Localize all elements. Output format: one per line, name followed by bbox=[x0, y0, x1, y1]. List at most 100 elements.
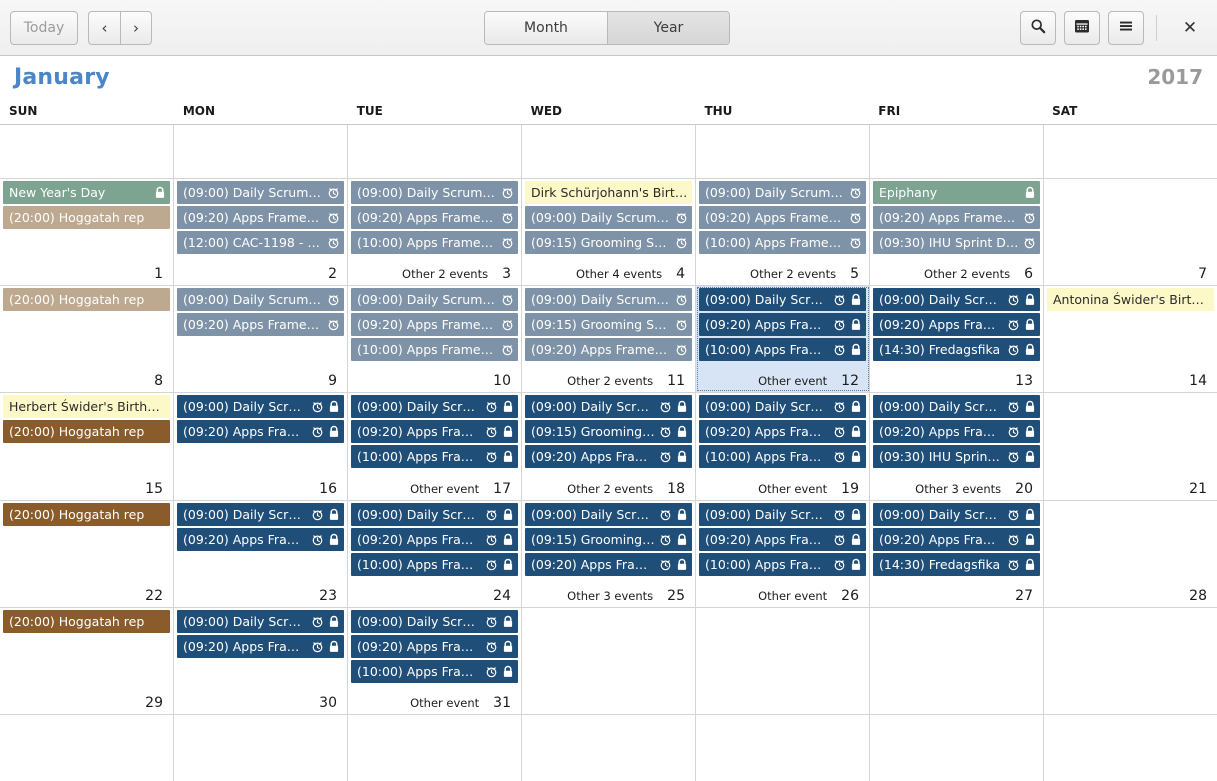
calendar-event[interactable]: Epiphany bbox=[873, 181, 1040, 204]
day-cell-empty[interactable] bbox=[1044, 715, 1217, 781]
day-cell-8[interactable]: (20:00) Hoggatah rep 8 bbox=[0, 286, 174, 393]
day-cell-27[interactable]: (09:00) Daily Scrum ... (09:20) Apps Fram… bbox=[870, 500, 1044, 607]
calendar-event[interactable]: (09:00) Daily Scrum for ... bbox=[525, 206, 692, 229]
day-cell-20[interactable]: (09:00) Daily Scrum ... (09:20) Apps Fram… bbox=[870, 393, 1044, 500]
calendar-event[interactable]: Herbert Świder's Birthday (1... bbox=[3, 395, 170, 419]
calendar-event[interactable]: (09:00) Daily Scrum ... bbox=[177, 395, 344, 419]
day-cell-empty[interactable] bbox=[0, 715, 174, 781]
calendar-event[interactable]: (09:20) Apps Frame... bbox=[351, 634, 518, 658]
day-cell-11[interactable]: (09:00) Daily Scrum for ... (09:15) Groom… bbox=[522, 286, 696, 393]
day-cell-6[interactable]: Epiphany (09:20) Apps Framework... (09:30)… bbox=[870, 179, 1044, 286]
close-button[interactable]: ✕ bbox=[1173, 11, 1207, 45]
calendar-event[interactable]: (09:00) Daily Scrum ... bbox=[525, 502, 692, 526]
calendar-event[interactable]: (20:00) Hoggatah rep bbox=[3, 502, 170, 526]
day-cell-10[interactable]: (09:00) Daily Scrum for ... (09:20) Apps … bbox=[348, 286, 522, 393]
day-cell-24[interactable]: (09:00) Daily Scrum ... (09:20) Apps Fram… bbox=[348, 500, 522, 607]
day-cell-empty[interactable] bbox=[0, 125, 174, 178]
calendar-event[interactable]: (09:00) Daily Scrum ... bbox=[873, 502, 1040, 526]
calendar-event[interactable]: Antonina Świder's Birthday (... bbox=[1047, 288, 1214, 312]
tab-year-view[interactable]: Year bbox=[607, 12, 729, 44]
calendar-event[interactable]: (10:00) Apps Frame... bbox=[351, 552, 518, 576]
calendar-event[interactable]: (10:00) Apps Frame... bbox=[699, 552, 866, 576]
day-cell-empty[interactable] bbox=[1044, 607, 1217, 715]
calendar-event[interactable]: (20:00) Hoggatah rep bbox=[3, 609, 170, 633]
calendar-event[interactable]: (20:00) Hoggatah rep bbox=[3, 420, 170, 444]
day-cell-empty[interactable] bbox=[1044, 125, 1217, 178]
calendar-event[interactable]: (09:20) Apps Frame... bbox=[177, 527, 344, 551]
calendar-event[interactable]: (09:00) Daily Scrum for ... bbox=[351, 181, 518, 204]
calendar-event[interactable]: (12:00) CAC-1198 - Dail... bbox=[177, 231, 344, 254]
day-cell-28[interactable]: 28 bbox=[1044, 500, 1217, 607]
calendar-event[interactable]: (10:00) Apps Frame... bbox=[351, 445, 518, 469]
calendar-event[interactable]: (09:00) Daily Scrum ... bbox=[177, 502, 344, 526]
calendar-event[interactable]: (09:20) Apps Frame... bbox=[177, 420, 344, 444]
other-events-count[interactable]: Other 2 events bbox=[567, 374, 653, 388]
calendar-event[interactable]: (09:00) Daily Scrum ... bbox=[351, 609, 518, 633]
calendar-event[interactable]: (14:30) Fredagsfika bbox=[873, 338, 1040, 362]
calendar-event[interactable]: (09:00) Daily Scrum for ... bbox=[177, 288, 344, 312]
calendar-view-button[interactable] bbox=[1064, 10, 1100, 45]
calendar-event[interactable]: (09:00) Daily Scrum ... bbox=[873, 288, 1040, 312]
day-cell-30[interactable]: (09:00) Daily Scrum ... (09:20) Apps Fram… bbox=[174, 607, 348, 715]
day-cell-15[interactable]: Herbert Świder's Birthday (1... (20:00) H… bbox=[0, 393, 174, 500]
calendar-event[interactable]: (09:00) Daily Scrum ... bbox=[699, 395, 866, 419]
other-events-count[interactable]: Other 2 events bbox=[567, 482, 653, 496]
other-events-count[interactable]: Other event bbox=[758, 374, 827, 388]
day-cell-17[interactable]: (09:00) Daily Scrum ... (09:20) Apps Fram… bbox=[348, 393, 522, 500]
day-cell-empty[interactable] bbox=[522, 607, 696, 715]
other-events-count[interactable]: Other event bbox=[758, 589, 827, 603]
calendar-event[interactable]: (09:20) Apps Frame... bbox=[873, 527, 1040, 551]
calendar-event[interactable]: (09:15) Grooming SKOR... bbox=[525, 231, 692, 254]
day-cell-29[interactable]: (20:00) Hoggatah rep 29 bbox=[0, 607, 174, 715]
calendar-event[interactable]: (09:15) Grooming S... bbox=[525, 527, 692, 551]
calendar-event[interactable]: (09:15) Grooming S... bbox=[525, 420, 692, 444]
previous-month-button[interactable]: ‹ bbox=[88, 10, 120, 45]
day-cell-1[interactable]: New Year's Day (20:00) Hoggatah rep 1 bbox=[0, 179, 174, 286]
day-cell-empty[interactable] bbox=[870, 607, 1044, 715]
calendar-event[interactable]: (20:00) Hoggatah rep bbox=[3, 206, 170, 229]
day-cell-empty[interactable] bbox=[348, 715, 522, 781]
other-events-count[interactable]: Other event bbox=[410, 482, 479, 496]
day-cell-12[interactable]: (09:00) Daily Scrum ... (09:20) Apps Fram… bbox=[696, 286, 870, 393]
day-cell-26[interactable]: (09:00) Daily Scrum ... (09:20) Apps Fram… bbox=[696, 500, 870, 607]
day-cell-25[interactable]: (09:00) Daily Scrum ... (09:15) Grooming … bbox=[522, 500, 696, 607]
day-cell-empty[interactable] bbox=[870, 125, 1044, 178]
next-month-button[interactable]: › bbox=[120, 10, 152, 45]
day-cell-empty[interactable] bbox=[348, 125, 522, 178]
calendar-event[interactable]: Dirk Schürjohann's Birthday (... bbox=[525, 181, 692, 204]
calendar-event[interactable]: (09:00) Daily Scrum ... bbox=[351, 502, 518, 526]
calendar-event[interactable]: (09:00) Daily Scrum for ... bbox=[525, 288, 692, 312]
calendar-event[interactable]: (09:00) Daily Scrum ... bbox=[699, 502, 866, 526]
menu-button[interactable] bbox=[1108, 10, 1144, 45]
calendar-event[interactable]: (09:20) Apps Frame... bbox=[699, 527, 866, 551]
calendar-event[interactable]: (09:20) Apps Frame... bbox=[177, 634, 344, 658]
other-events-count[interactable]: Other 2 events bbox=[924, 267, 1010, 281]
calendar-event[interactable]: (09:20) Apps Framework... bbox=[699, 206, 866, 229]
day-cell-5[interactable]: (09:00) Daily Scrum for ... (09:20) Apps … bbox=[696, 179, 870, 286]
day-cell-14[interactable]: Antonina Świder's Birthday (... 14 bbox=[1044, 286, 1217, 393]
other-events-count[interactable]: Other 2 events bbox=[750, 267, 836, 281]
calendar-event[interactable]: (09:20) Apps Frame... bbox=[351, 527, 518, 551]
calendar-event[interactable]: (09:00) Daily Scrum ... bbox=[525, 395, 692, 419]
other-events-count[interactable]: Other 3 events bbox=[567, 589, 653, 603]
calendar-event[interactable]: (09:15) Grooming SKOR... bbox=[525, 313, 692, 337]
calendar-event[interactable]: (09:30) IHU Sprint Demo bbox=[873, 231, 1040, 254]
calendar-event[interactable]: (14:30) Fredagsfika bbox=[873, 552, 1040, 576]
day-cell-empty[interactable] bbox=[696, 125, 870, 178]
other-events-count[interactable]: Other 3 events bbox=[915, 482, 1001, 496]
calendar-event[interactable]: (09:20) Apps Framework... bbox=[177, 206, 344, 229]
calendar-event[interactable]: (09:20) Apps Framework... bbox=[351, 206, 518, 229]
day-cell-empty[interactable] bbox=[696, 607, 870, 715]
calendar-event[interactable]: (10:00) Apps Framework... bbox=[699, 231, 866, 254]
calendar-event[interactable]: (09:00) Daily Scrum ... bbox=[177, 609, 344, 633]
day-cell-2[interactable]: (09:00) Daily Scrum for ... (09:20) Apps … bbox=[174, 179, 348, 286]
day-cell-3[interactable]: (09:00) Daily Scrum for ... (09:20) Apps … bbox=[348, 179, 522, 286]
today-button[interactable]: Today bbox=[10, 10, 78, 45]
other-events-count[interactable]: Other event bbox=[758, 482, 827, 496]
day-cell-empty[interactable] bbox=[522, 715, 696, 781]
calendar-event[interactable]: (10:00) Apps Frame... bbox=[699, 445, 866, 469]
day-cell-empty[interactable] bbox=[870, 715, 1044, 781]
calendar-event[interactable]: (09:20) Apps Frame... bbox=[525, 552, 692, 576]
other-events-count[interactable]: Other event bbox=[410, 696, 479, 710]
calendar-event[interactable]: (10:00) Apps Frame... bbox=[699, 338, 866, 362]
